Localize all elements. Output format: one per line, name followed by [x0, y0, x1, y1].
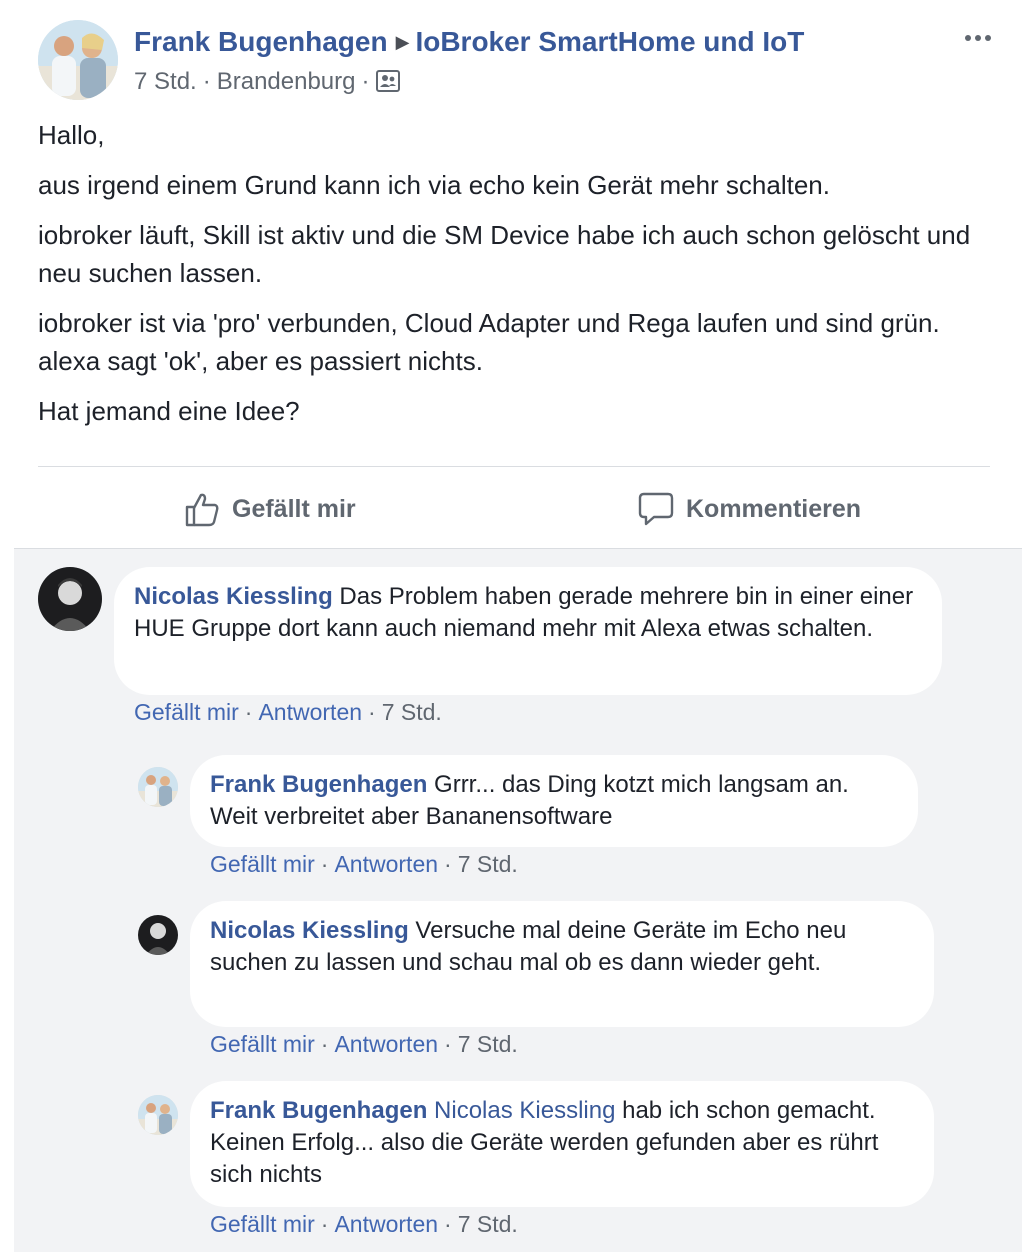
separator: · [320, 1211, 329, 1237]
avatar[interactable] [138, 767, 178, 807]
comment-bubble: Frank Bugenhagen Grrr... das Ding kotzt … [190, 755, 918, 847]
comment-button[interactable]: Kommentieren [638, 486, 861, 532]
comment-like-link[interactable]: Gefällt mir [210, 1211, 315, 1237]
post-paragraph: Hat jemand eine Idee? [38, 396, 300, 426]
post-paragraph: aus irgend einem Grund kann ich via echo… [38, 170, 830, 200]
comment-bubble: Nicolas Kiessling Versuche mal deine Ger… [190, 901, 934, 1027]
comments-section: Nicolas Kiessling Das Problem haben gera… [14, 548, 1022, 1252]
reply: Frank Bugenhagen Grrr... das Ding kotzt … [14, 745, 1022, 895]
post-meta: 7 Std. · Brandenburg · [134, 68, 400, 99]
avatar[interactable] [38, 567, 102, 631]
meta-separator: · [361, 68, 370, 95]
action-bar: Gefällt mir Kommentieren [14, 474, 1022, 544]
separator: · [444, 851, 452, 877]
comment-label: Kommentieren [686, 494, 862, 523]
group-link[interactable]: IoBroker SmartHome und IoT [415, 26, 804, 57]
author-avatar[interactable] [38, 20, 118, 100]
post-paragraph: iobroker läuft, Skill ist aktiv und die … [38, 220, 971, 288]
post-timestamp[interactable]: 7 Std. [134, 68, 197, 95]
comment-time[interactable]: 7 Std. [458, 851, 518, 877]
comment-mention[interactable]: Nicolas Kiessling [434, 1097, 615, 1124]
comment: Nicolas Kiessling Das Problem haben gera… [14, 549, 1022, 729]
comment-actions: Gefällt mir · Antworten · 7 Std. [210, 851, 518, 878]
reply: Frank Bugenhagen Nicolas Kiessling hab i… [14, 1073, 1022, 1252]
comment-author[interactable]: Nicolas Kiessling [134, 583, 333, 610]
comment-like-link[interactable]: Gefällt mir [210, 851, 315, 877]
separator: · [444, 1031, 452, 1057]
separator: · [320, 1031, 329, 1057]
divider [38, 466, 990, 467]
like-label: Gefällt mir [232, 494, 356, 523]
post-card: Frank Bugenhagen ▶ IoBroker SmartHome und … [14, 0, 1022, 548]
post-author-link[interactable]: Frank Bugenhagen [134, 26, 388, 57]
comment-like-link[interactable]: Gefällt mir [134, 699, 239, 725]
audience-icon[interactable] [375, 70, 400, 99]
separator: · [368, 699, 376, 725]
like-icon [185, 493, 219, 527]
comment-reply-link[interactable]: Antworten [334, 1031, 438, 1057]
comment-icon [638, 492, 674, 526]
like-button[interactable]: Gefällt mir [184, 486, 356, 532]
post-location[interactable]: Brandenburg [217, 68, 356, 95]
facebook-post-page: Frank Bugenhagen ▶ IoBroker SmartHome und … [0, 0, 1036, 1252]
comment-actions: Gefällt mir · Antworten · 7 Std. [210, 1031, 518, 1058]
separator: · [444, 1211, 452, 1237]
avatar[interactable] [138, 1095, 178, 1135]
comment-reply-link[interactable]: Antworten [334, 851, 438, 877]
separator: · [320, 851, 329, 877]
comment-time[interactable]: 7 Std. [458, 1211, 518, 1237]
post-paragraph: iobroker ist via 'pro' verbunden, Cloud … [38, 308, 940, 376]
meta-separator: · [202, 68, 211, 95]
comment-author[interactable]: Frank Bugenhagen [210, 771, 427, 798]
separator: · [244, 699, 253, 725]
comment-bubble: Nicolas Kiessling Das Problem haben gera… [114, 567, 942, 695]
comment-time[interactable]: 7 Std. [458, 1031, 518, 1057]
arrow-right-icon: ▶ [395, 32, 410, 52]
more-options-icon[interactable] [960, 26, 996, 50]
comment-actions: Gefällt mir · Antworten · 7 Std. [134, 699, 442, 726]
post-header: Frank Bugenhagen ▶ IoBroker SmartHome und … [38, 20, 998, 104]
comment-author[interactable]: Nicolas Kiessling [210, 917, 409, 944]
post-title: Frank Bugenhagen ▶ IoBroker SmartHome und … [134, 26, 804, 58]
comment-like-link[interactable]: Gefällt mir [210, 1031, 315, 1057]
comment-actions: Gefällt mir · Antworten · 7 Std. [210, 1211, 518, 1238]
avatar[interactable] [138, 915, 178, 955]
comment-reply-link[interactable]: Antworten [258, 699, 362, 725]
comment-bubble: Frank Bugenhagen Nicolas Kiessling hab i… [190, 1081, 934, 1207]
comment-time[interactable]: 7 Std. [382, 699, 442, 725]
post-body: Hallo, aus irgend einem Grund kann ich v… [38, 116, 998, 442]
post-paragraph: Hallo, [38, 120, 105, 150]
comment-author[interactable]: Frank Bugenhagen [210, 1097, 427, 1124]
comment-reply-link[interactable]: Antworten [334, 1211, 438, 1237]
reply: Nicolas Kiessling Versuche mal deine Ger… [14, 893, 1022, 1073]
